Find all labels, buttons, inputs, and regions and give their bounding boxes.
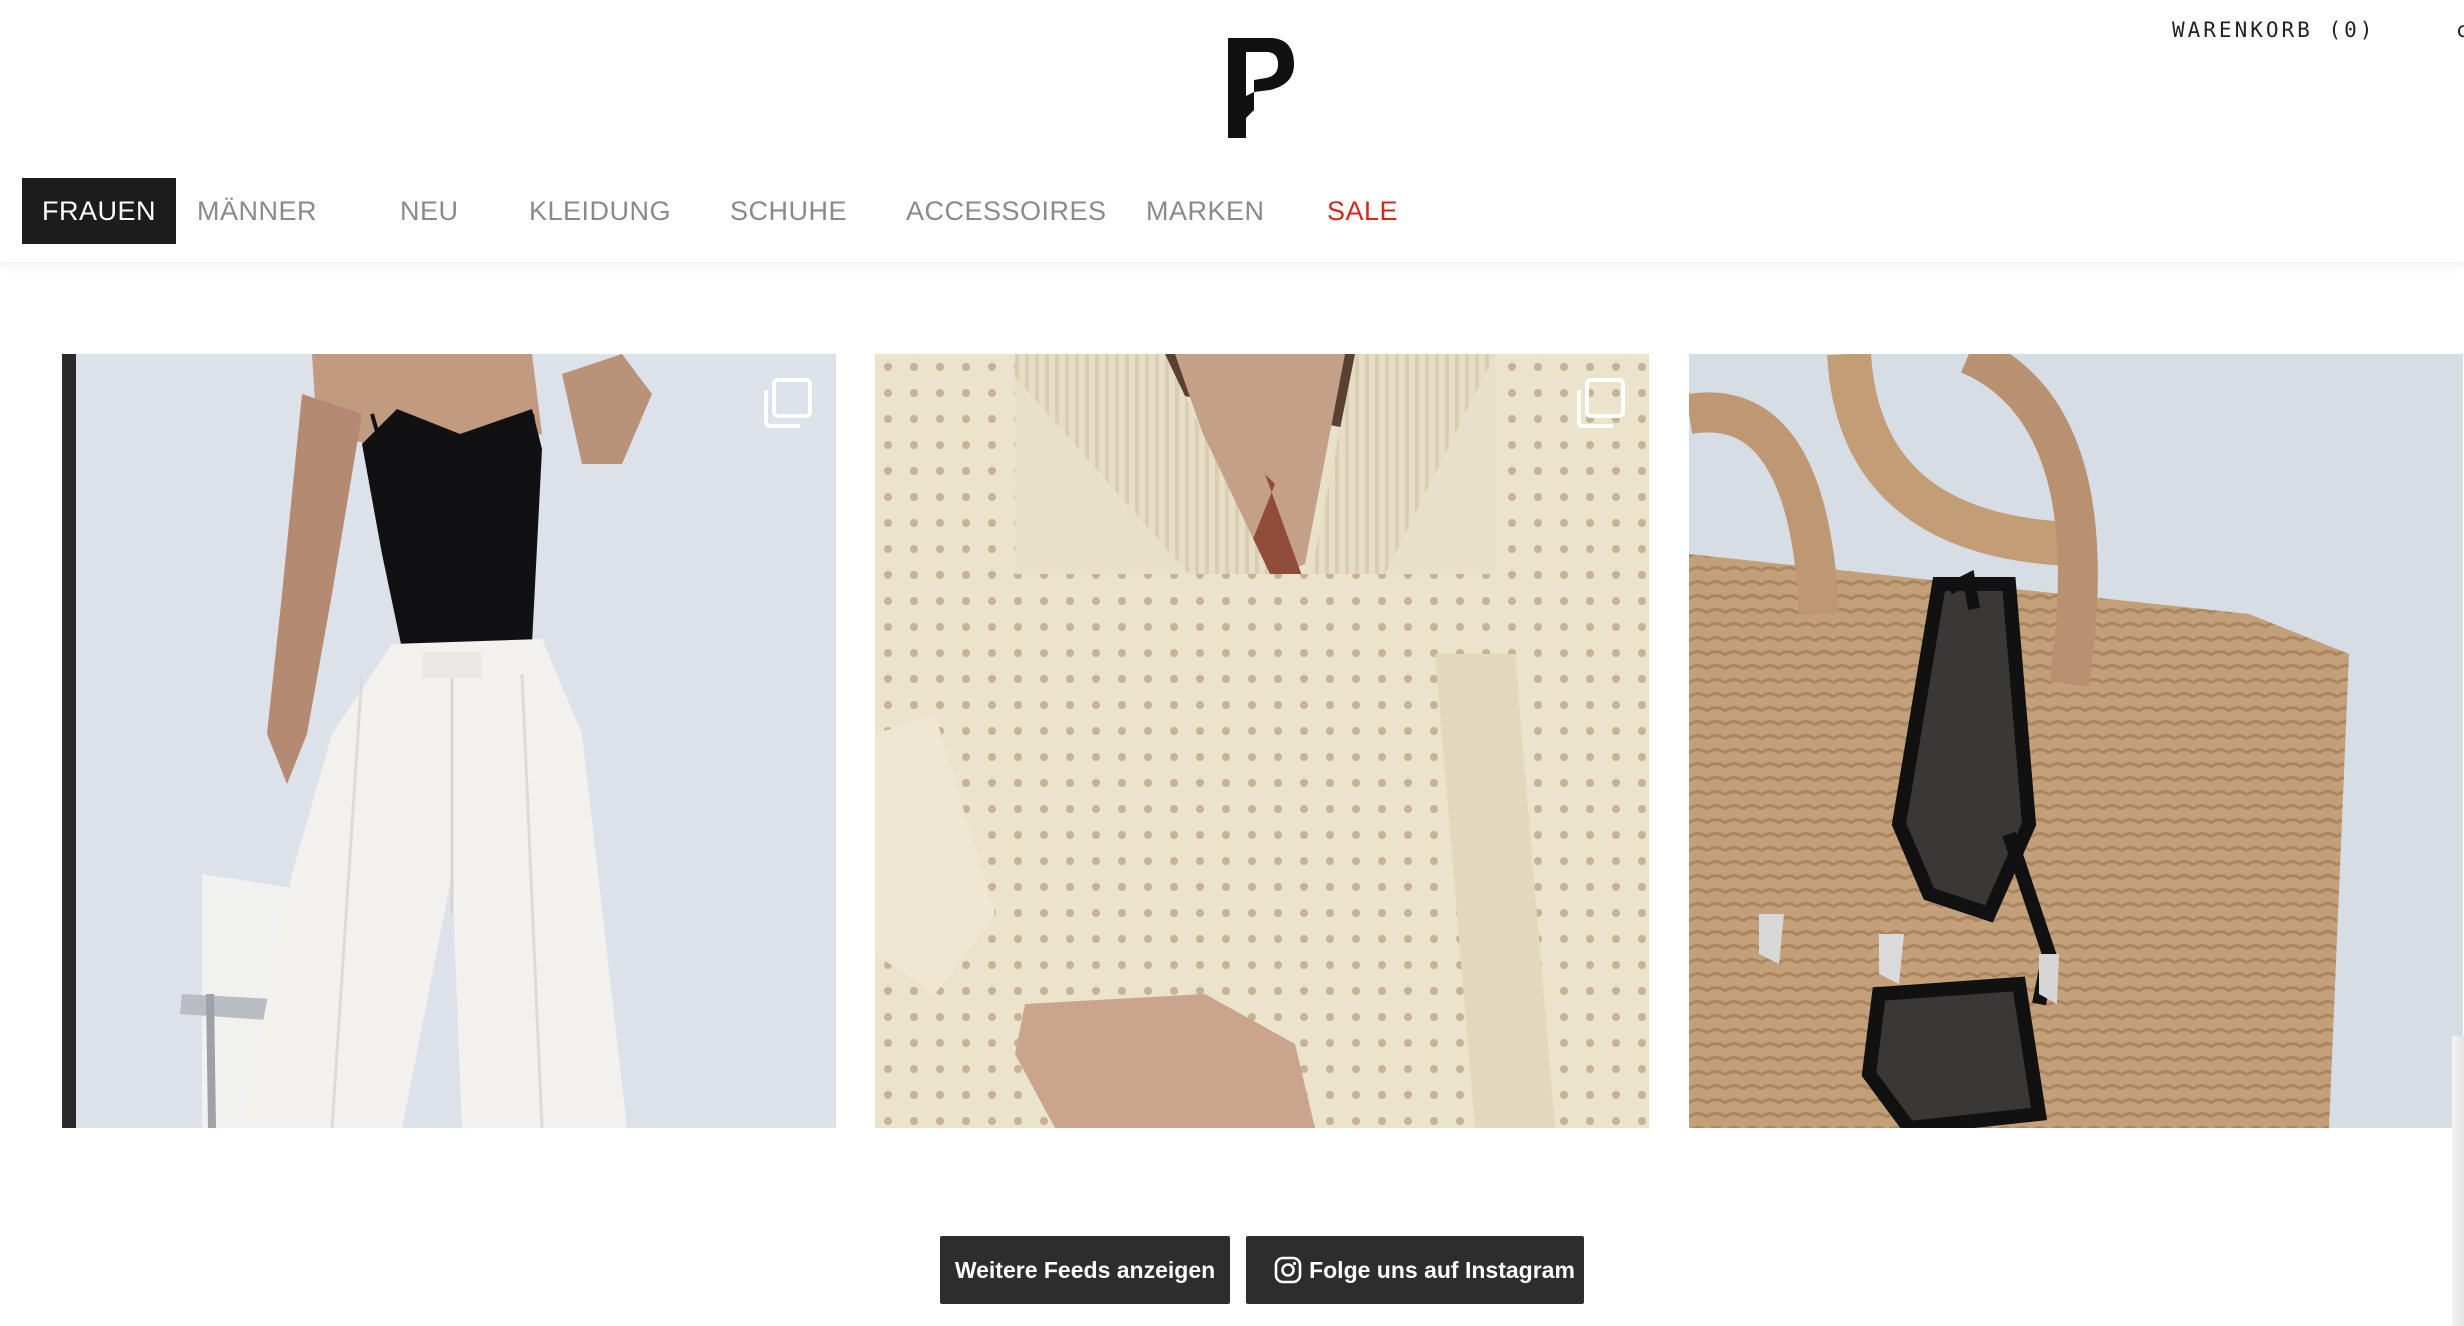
instagram-post-raffia-bag[interactable] [1689, 354, 2463, 1128]
nav-item-accessoires[interactable]: ACCESSOIRES [906, 178, 1107, 244]
photo-raffia-bag [1689, 354, 2463, 1128]
load-more-feeds-button[interactable]: Weitere Feeds anzeigen [940, 1236, 1230, 1304]
scrollbar-edge[interactable] [2452, 1036, 2464, 1326]
photo-knit-sweater [875, 354, 1649, 1128]
instagram-post-white-trousers[interactable] [62, 354, 836, 1128]
photo-white-trousers [62, 354, 836, 1128]
cut-off-menu-glyph[interactable]: c [2456, 18, 2464, 42]
instagram-post-knit-sweater[interactable] [875, 354, 1649, 1128]
nav-item-sale[interactable]: SALE [1327, 178, 1398, 244]
instagram-feed: Weitere Feeds anzeigen Folge uns auf Ins… [0, 262, 2464, 1326]
nav-item-neu[interactable]: NEU [400, 178, 459, 244]
nav-item-kleidung[interactable]: KLEIDUNG [529, 178, 671, 244]
nav-item-maenner[interactable]: MÄNNER [197, 178, 317, 244]
cart-count: 0 [2328, 18, 2375, 42]
cart-label: WARENKORB [2172, 18, 2313, 42]
multiple-images-icon [1577, 378, 1625, 428]
multiple-images-icon [764, 378, 812, 428]
cart-link[interactable]: WARENKORB 0 [2172, 18, 2375, 42]
nav-item-schuhe[interactable]: SCHUHE [730, 178, 847, 244]
nav-item-marken[interactable]: MARKEN [1146, 178, 1265, 244]
instagram-icon [1274, 1256, 1302, 1284]
follow-instagram-label: Folge uns auf Instagram [1309, 1257, 1575, 1283]
nav-item-frauen[interactable]: FRAUEN [22, 178, 177, 244]
site-header: WARENKORB 0 c FRAUEN MÄNNER NEU KLEIDUNG… [0, 0, 2464, 262]
p-logo-icon[interactable] [1226, 36, 1296, 140]
follow-instagram-button[interactable]: Folge uns auf Instagram [1246, 1236, 1584, 1304]
